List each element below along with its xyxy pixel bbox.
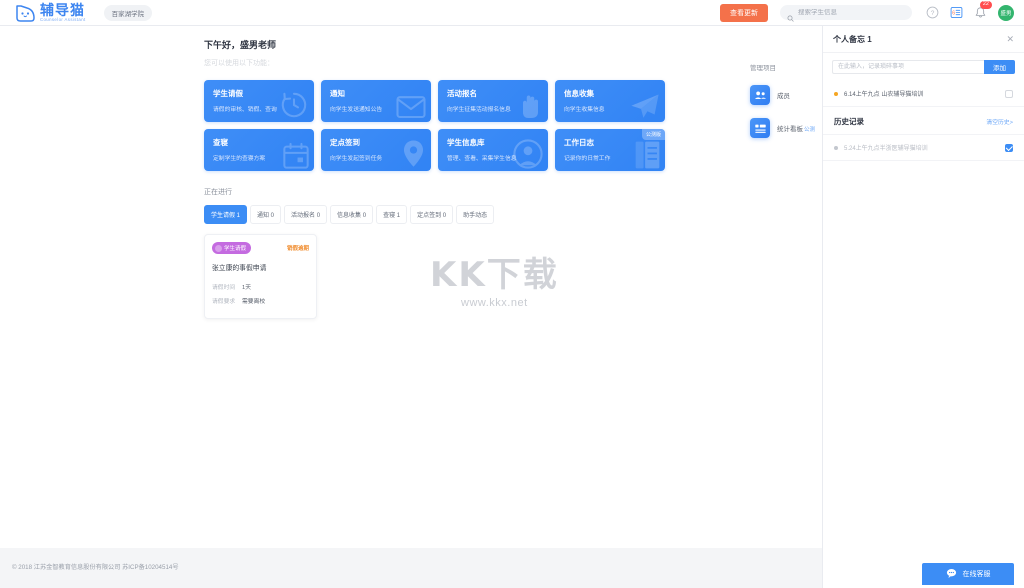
memo-title: 个人备忘 1: [833, 35, 872, 44]
feature-card-student-leave[interactable]: 学生请假 请假的审核、销假、查询: [204, 80, 314, 122]
memo-item[interactable]: 6.14上午九点 山农辅导猫培训: [823, 81, 1024, 107]
ongoing-tabs: 学生请假 1 通知 0 活动报名 0 信息收集 0 查寝 1 定点签到 0 助手…: [204, 205, 804, 224]
clear-history-link[interactable]: 清空历史>: [986, 117, 1013, 126]
feature-card-desc: 记录你的日常工作: [564, 156, 611, 162]
question-circle-icon[interactable]: ?: [926, 6, 939, 19]
memo-item-checkbox[interactable]: [1005, 89, 1013, 98]
feature-card-desc: 请假的审核、销假、查询: [213, 107, 277, 113]
manage-item-label: 统计看板: [777, 126, 803, 133]
view-update-button[interactable]: 查看更新: [720, 3, 768, 22]
close-icon[interactable]: ✕: [1006, 35, 1014, 44]
manage-item-members[interactable]: 成员: [750, 85, 820, 105]
manage-section-title: 管理项目: [750, 65, 776, 72]
dashboard-chart-icon: [750, 118, 770, 138]
feature-card-grid: 学生请假 请假的审核、销假、查询 通知 向学生发送通知公告 活动报名 向学生征集…: [204, 80, 665, 171]
manage-item-dashboard[interactable]: 统计看板公测: [750, 118, 820, 138]
greeting-title: 下午好，盛男老师: [204, 40, 277, 50]
feature-card-activity-signup[interactable]: 活动报名 向学生征集活动报名信息: [438, 80, 548, 122]
svg-text:6: 6: [952, 10, 955, 16]
footer-copyright: © 2018 江苏金智教育信息股份有限公司 苏ICP备10204514号: [12, 564, 179, 571]
members-group-icon: [750, 85, 770, 105]
tab-activity-signup[interactable]: 活动报名 0: [284, 205, 328, 224]
feature-card-desc: 向学生征集活动报名信息: [447, 107, 511, 113]
task-detail-value: 需要离校: [242, 299, 266, 305]
avatar[interactable]: 盛男: [998, 4, 1014, 21]
memo-input[interactable]: [832, 60, 984, 74]
feature-card-student-database[interactable]: 学生信息库 管理、查看、采集学生信息: [438, 129, 548, 171]
task-title: 张立康的事假申请: [212, 265, 267, 272]
memo-history-item[interactable]: 5.24上午九点半浙医辅导猫培训: [823, 135, 1024, 161]
task-status-badge: 销假逾期: [286, 246, 309, 252]
task-detail-row: 请假要求 需要离校: [212, 296, 309, 305]
app-header: 辅导猫 Counselor Assistant 百家湖学院 查看更新 ?: [0, 0, 1024, 26]
status-dot-icon: [834, 145, 838, 150]
feature-card-desc: 向学生收集信息: [564, 107, 605, 113]
memo-item-text: 6.14上午九点 山农辅导猫培训: [844, 92, 924, 98]
footer: © 2018 江苏金智教育信息股份有限公司 苏ICP备10204514号: [0, 548, 822, 588]
manage-item-label: 成员: [777, 93, 790, 100]
online-service-button[interactable]: 在线客服: [922, 563, 1014, 585]
manage-item-beta-tag: 公测: [804, 127, 816, 133]
memo-history-title: 历史记录: [834, 117, 864, 126]
tab-notice[interactable]: 通知 0: [250, 205, 282, 224]
cat-logo-icon: [14, 3, 36, 23]
feature-card-title: 查寝: [213, 138, 228, 147]
logo[interactable]: 辅导猫 Counselor Assistant: [14, 3, 86, 23]
online-service-label: 在线客服: [962, 571, 991, 578]
feature-card-notice[interactable]: 通知 向学生发送通知公告: [321, 80, 431, 122]
feature-card-title: 通知: [330, 89, 345, 98]
feature-card-title: 信息收集: [564, 89, 594, 98]
tab-checkin[interactable]: 定点签到 0: [410, 205, 454, 224]
feature-card-desc: 向学生发送通知公告: [330, 107, 383, 113]
task-detail-value: 1天: [242, 285, 252, 291]
task-card[interactable]: 学生请假 销假逾期 张立康的事假申请 请假时间 1天 请假要求 需要离校: [204, 234, 317, 319]
task-detail-key: 请假时间: [212, 285, 236, 291]
feature-card-desc: 向学生发起签到任务: [330, 156, 383, 162]
memo-history-header: 历史记录 清空历史>: [823, 107, 1024, 135]
feature-card-desc: 定制学生的查寝方案: [213, 156, 266, 162]
svg-text:?: ?: [931, 10, 935, 17]
memo-add-button[interactable]: 添加: [984, 60, 1015, 74]
chat-bubble-icon: [946, 568, 957, 580]
memo-add-row: 添加: [823, 53, 1024, 81]
memo-header: 个人备忘 1 ✕: [823, 26, 1024, 53]
task-detail-key: 请假要求: [212, 299, 236, 305]
search-icon: [787, 9, 794, 22]
clock-history-icon: [215, 244, 222, 252]
tab-info-collect[interactable]: 信息收集 0: [330, 205, 374, 224]
task-detail-row: 请假时间 1天: [212, 282, 309, 291]
logo-title: 辅导猫: [40, 1, 85, 18]
feature-card-checkin[interactable]: 定点签到 向学生发起签到任务: [321, 129, 431, 171]
task-type-badge: 学生请假: [212, 242, 252, 254]
manage-section: 管理项目 成员 统计看板公测: [750, 62, 820, 138]
form-list-icon[interactable]: 6: [950, 6, 963, 19]
search-input[interactable]: [798, 9, 905, 16]
feature-card-title: 学生请假: [213, 89, 243, 98]
tab-assistant-feed[interactable]: 助手动态: [456, 205, 495, 224]
dashboard-content: 下午好，盛男老师 您可以使用以下功能： 学生请假 请假的审核、销假、查询 通知 …: [204, 38, 804, 319]
bell-icon[interactable]: 22: [974, 1, 992, 19]
task-type-label: 学生请假: [224, 246, 247, 252]
beta-tag: 公测版: [641, 129, 665, 140]
feature-card-desc: 管理、查看、采集学生信息: [447, 156, 517, 162]
feature-card-info-collect[interactable]: 信息收集 向学生收集信息: [555, 80, 665, 122]
memo-history-item-text: 5.24上午九点半浙医辅导猫培训: [844, 146, 928, 152]
search-box[interactable]: [780, 5, 912, 22]
feature-card-title: 定点签到: [330, 138, 360, 147]
feature-card-dorm-check[interactable]: 查寝 定制学生的查寝方案: [204, 129, 314, 171]
ongoing-section-title: 正在进行: [204, 189, 232, 196]
greeting-subtitle: 您可以使用以下功能：: [204, 60, 274, 67]
status-dot-icon: [834, 91, 838, 96]
logo-subtitle: Counselor Assistant: [40, 17, 86, 23]
memo-history-item-checkbox[interactable]: [1005, 143, 1013, 152]
notification-badge: 22: [979, 1, 992, 9]
tab-student-leave[interactable]: 学生请假 1: [204, 205, 248, 224]
tab-dorm-check[interactable]: 查寝 1: [376, 205, 408, 224]
feature-card-title: 学生信息库: [447, 138, 485, 147]
feature-card-title: 活动报名: [447, 89, 477, 98]
feature-card-work-log[interactable]: 公测版 工作日志 记录你的日常工作: [555, 129, 665, 171]
memo-panel: 个人备忘 1 ✕ 添加 6.14上午九点 山农辅导猫培训 历史记录 清空历史> …: [822, 26, 1024, 588]
school-badge[interactable]: 百家湖学院: [103, 4, 153, 21]
